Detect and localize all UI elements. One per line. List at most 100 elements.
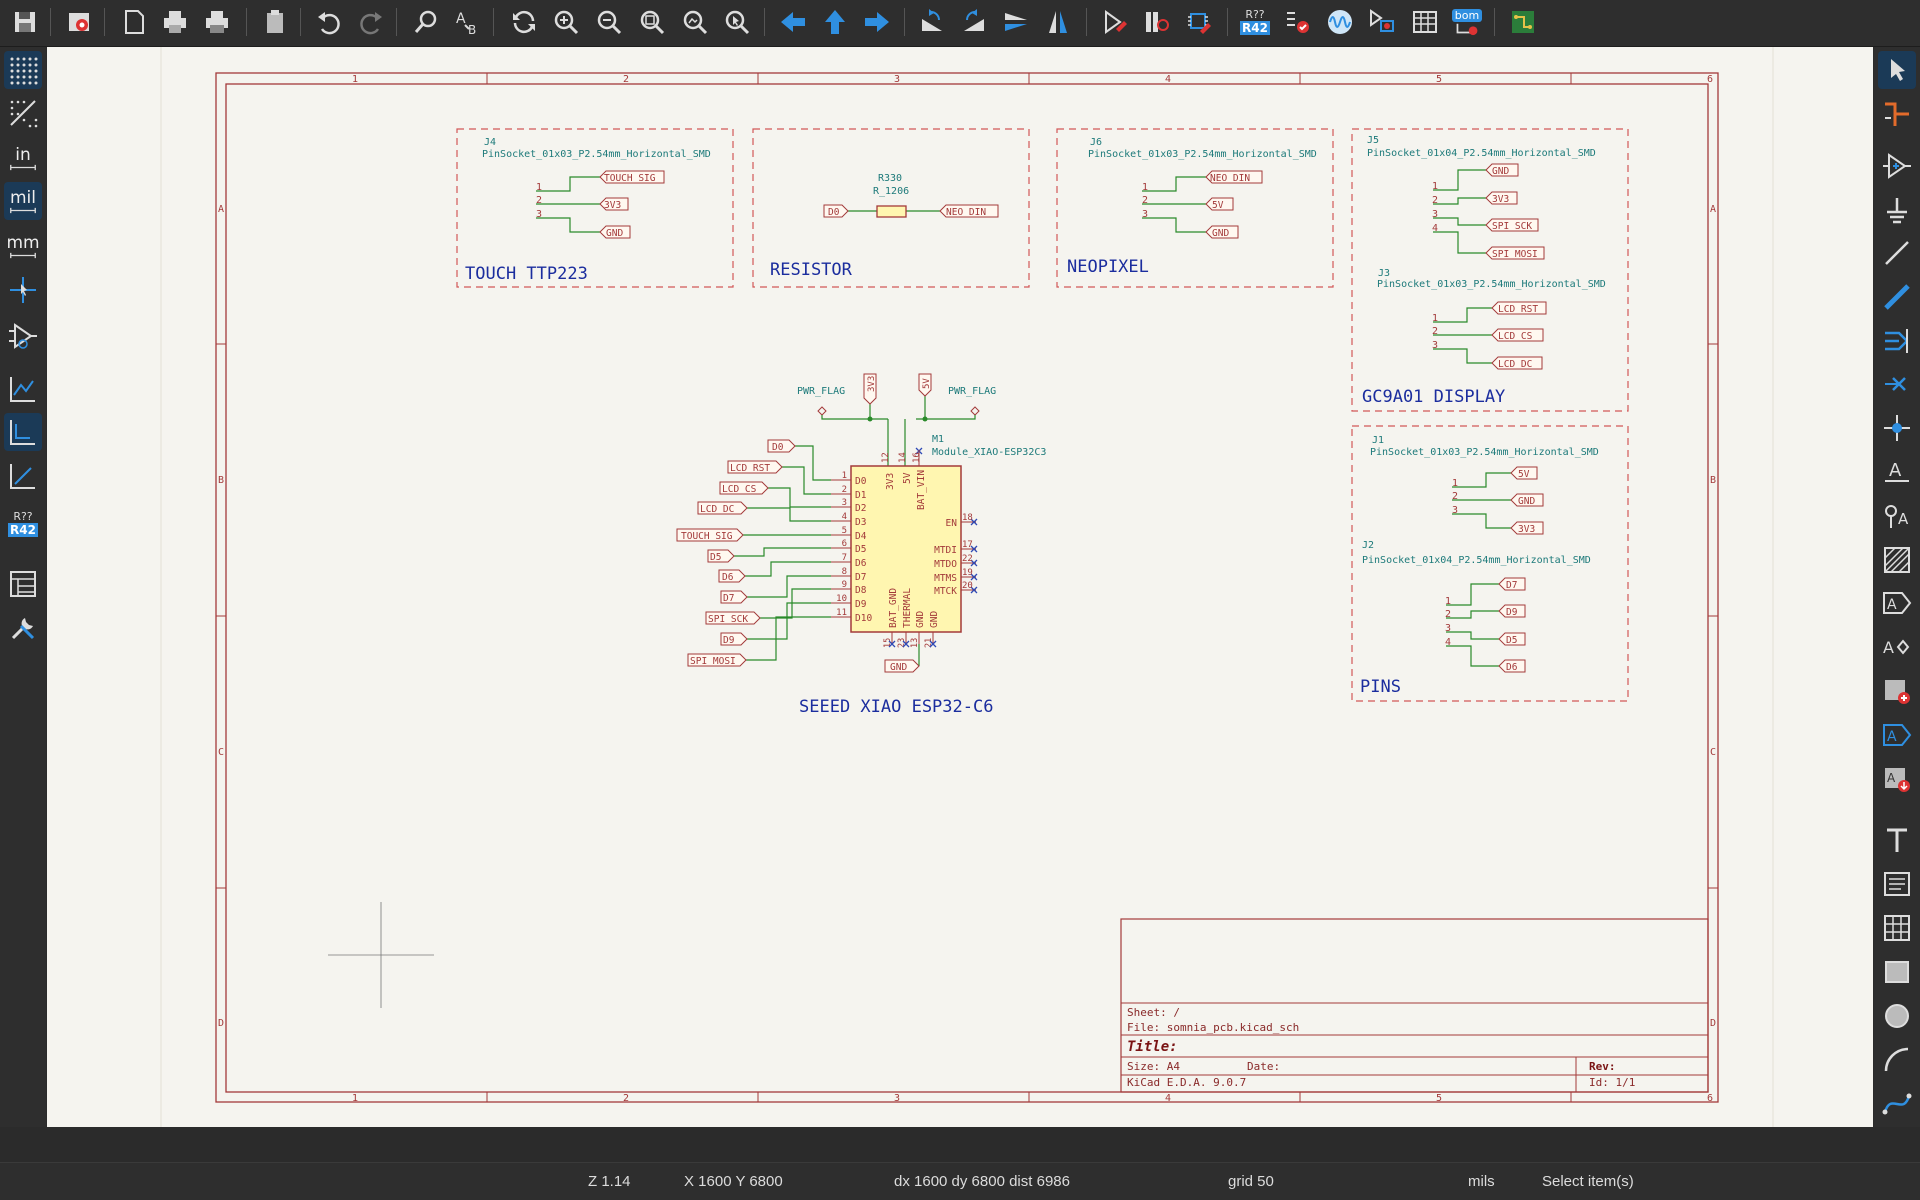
mcu-pin-mtdi: MTDI <box>934 545 957 556</box>
add-hierarchical-label-icon[interactable]: A <box>1878 628 1916 666</box>
schematic-setup-icon[interactable] <box>63 5 97 39</box>
mcu-pin-num: 20 <box>962 581 973 591</box>
print-icon[interactable] <box>158 5 192 39</box>
mcu-pin-num: 3 <box>842 498 847 508</box>
save-icon[interactable] <box>8 5 42 39</box>
properties-tools-icon[interactable] <box>4 609 42 647</box>
j6-value: PinSocket_01x03_P2.54mm_Horizontal_SMD <box>1088 149 1317 160</box>
add-bus-entry-icon[interactable] <box>1878 322 1916 360</box>
zoom-objects-icon[interactable] <box>678 5 712 39</box>
page-settings-icon[interactable] <box>117 5 151 39</box>
add-rule-area-icon[interactable] <box>1878 541 1916 579</box>
units-inches-button[interactable]: in <box>4 139 42 177</box>
generate-bom-icon[interactable]: bom <box>1450 5 1484 39</box>
add-table-icon[interactable] <box>1878 909 1916 947</box>
cursor-crosshair-icon[interactable] <box>4 271 42 309</box>
neopixel-block-title: NEOPIXEL <box>1067 257 1149 277</box>
net-label-lcd-dc: LCD_DC <box>700 504 734 515</box>
col-label-bottom: 5 <box>1436 1093 1442 1104</box>
add-global-label-icon[interactable]: A <box>1878 584 1916 622</box>
add-net-class-directive-icon[interactable]: A <box>1878 497 1916 535</box>
add-rectangle-icon[interactable] <box>1878 953 1916 991</box>
select-tool-icon[interactable] <box>1878 51 1916 89</box>
footprint-editor-icon[interactable] <box>1182 5 1216 39</box>
j3-reference: J3 <box>1378 268 1390 279</box>
navigate-up-icon[interactable] <box>818 5 852 39</box>
add-junction-icon[interactable] <box>1878 409 1916 447</box>
j6-pin-3: 3 <box>1142 209 1148 220</box>
j5-value: PinSocket_01x04_P2.54mm_Horizontal_SMD <box>1367 148 1596 159</box>
zoom-fit-icon[interactable] <box>635 5 669 39</box>
paste-icon[interactable] <box>259 5 293 39</box>
mirror-horizontal-icon[interactable] <box>1041 5 1075 39</box>
zoom-out-icon[interactable] <box>592 5 626 39</box>
mcu-pin-num: 19 <box>962 568 973 578</box>
add-no-connect-icon[interactable] <box>1878 365 1916 403</box>
mirror-vertical-icon[interactable] <box>999 5 1033 39</box>
erc-icon[interactable] <box>1281 5 1315 39</box>
xiao-esp32-block[interactable]: PWR_FLAG PWR_FLAG 3V3 5V M1 Module_XIAO-… <box>676 373 1046 717</box>
find-icon[interactable] <box>409 5 443 39</box>
line-mode-free-icon[interactable] <box>4 370 42 408</box>
touch-ttp223-block[interactable]: J4 PinSocket_01x03_P2.54mm_Horizontal_SM… <box>456 128 734 288</box>
pcb-editor-icon[interactable] <box>1506 5 1540 39</box>
mcu-pin-num-12: 12 <box>881 452 891 463</box>
redo-icon[interactable] <box>354 5 388 39</box>
kicad-schematic-editor: AB R?? R42 bom in mil mm R?? R42 A A A A… <box>0 0 1920 1200</box>
simulator-icon[interactable] <box>1323 5 1357 39</box>
mcu-pin-d10: D10 <box>855 613 872 624</box>
schematic-canvas[interactable]: 1 2 3 4 5 6 1 2 3 4 5 6 A B C D A B C D <box>47 47 1873 1127</box>
hidden-pins-icon[interactable] <box>4 317 42 355</box>
add-textbox-icon[interactable] <box>1878 865 1916 903</box>
pins-block[interactable]: J1 PinSocket_01x03_P2.54mm_Horizontal_SM… <box>1351 425 1629 702</box>
refresh-icon[interactable] <box>507 5 541 39</box>
j2-pin-2: 2 <box>1445 609 1451 620</box>
net-label-spi-sck: SPI_SCK <box>1492 221 1532 232</box>
resistor-symbol[interactable] <box>876 205 907 218</box>
add-arc-icon[interactable] <box>1878 1041 1916 1079</box>
plot-icon[interactable] <box>200 5 234 39</box>
bom-table-icon[interactable] <box>1408 5 1442 39</box>
zoom-in-icon[interactable] <box>549 5 583 39</box>
neopixel-block[interactable]: J6 PinSocket_01x03_P2.54mm_Horizontal_SM… <box>1056 128 1334 288</box>
units-mils-button[interactable]: mil <box>4 182 42 220</box>
zoom-selection-icon[interactable] <box>720 5 754 39</box>
import-sheet-pin-icon[interactable]: A <box>1878 760 1916 798</box>
highlight-net-icon[interactable] <box>1878 95 1916 133</box>
annotate-icon[interactable]: R?? R42 <box>1238 5 1272 39</box>
navigate-forward-icon[interactable] <box>860 5 894 39</box>
rotate-ccw-icon[interactable] <box>915 5 949 39</box>
add-bezier-icon[interactable] <box>1878 1085 1916 1123</box>
navigate-back-icon[interactable] <box>776 5 810 39</box>
rotate-cw-icon[interactable] <box>957 5 991 39</box>
net-label-3v3: 3V3 <box>604 200 621 211</box>
add-wire-icon[interactable] <box>1878 234 1916 272</box>
annotate-tool-button[interactable]: R?? R42 <box>4 505 42 543</box>
find-replace-icon[interactable]: AB <box>451 5 485 39</box>
line-mode-45-icon[interactable] <box>4 457 42 495</box>
gc9a01-display-block[interactable]: J5 PinSocket_01x04_P2.54mm_Horizontal_SM… <box>1351 128 1629 412</box>
symbol-editor-icon[interactable] <box>1098 5 1132 39</box>
resistor-block[interactable]: R330 R_1206 D0 NEO_DIN RESISTOR <box>752 128 1030 288</box>
add-text-icon[interactable] <box>1878 821 1916 859</box>
units-mm-button[interactable]: mm <box>4 227 42 265</box>
add-net-label-icon[interactable]: A <box>1878 453 1916 491</box>
hierarchy-navigator-icon[interactable] <box>4 565 42 603</box>
status-units: mils <box>1468 1173 1495 1190</box>
add-bus-icon[interactable] <box>1878 278 1916 316</box>
j5-pin-4: 4 <box>1432 223 1438 234</box>
line-mode-90-icon[interactable] <box>4 413 42 451</box>
add-symbol-icon[interactable] <box>1878 147 1916 185</box>
assign-footprints-icon[interactable] <box>1365 5 1399 39</box>
units-inches-label: in <box>15 144 31 165</box>
right-toolbar: A A A A A A <box>1874 47 1920 1127</box>
add-sheet-pin-icon[interactable]: A <box>1878 716 1916 754</box>
add-sheet-icon[interactable] <box>1878 672 1916 710</box>
add-power-icon[interactable] <box>1878 191 1916 229</box>
add-circle-icon[interactable] <box>1878 997 1916 1035</box>
symbol-library-browser-icon[interactable] <box>1140 5 1174 39</box>
undo-icon[interactable] <box>312 5 346 39</box>
j3-value: PinSocket_01x03_P2.54mm_Horizontal_SMD <box>1377 279 1606 290</box>
grid-toggle-icon[interactable] <box>4 51 42 89</box>
grid-overrides-icon[interactable] <box>4 94 42 132</box>
